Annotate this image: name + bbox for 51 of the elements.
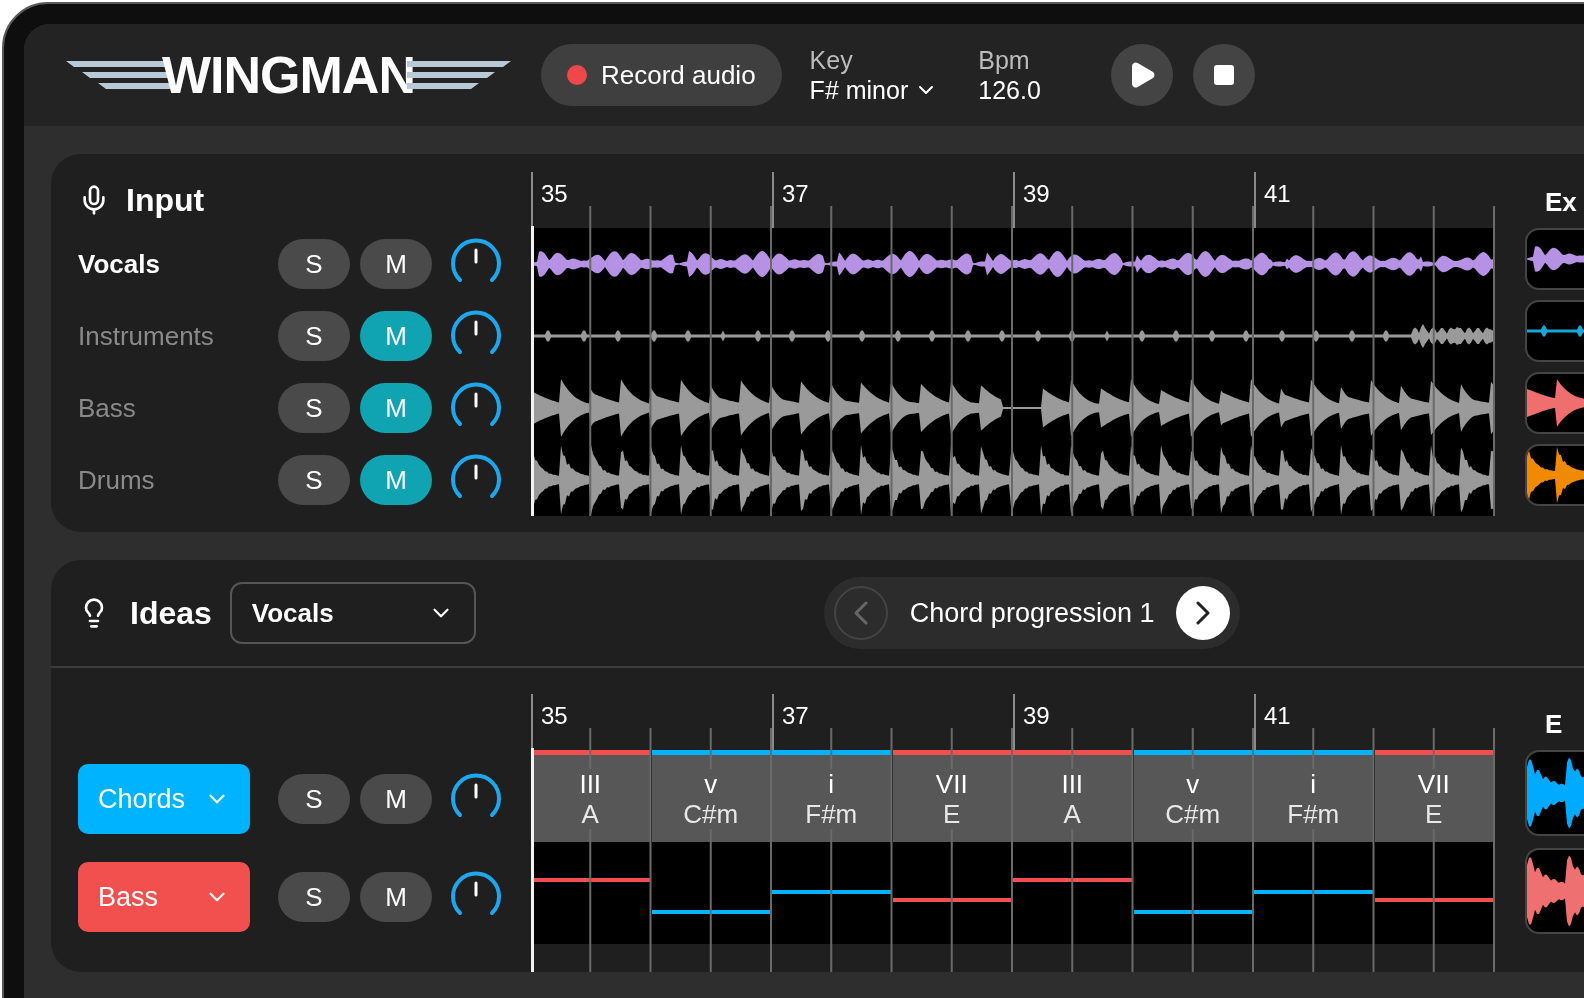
record-button[interactable]: Record audio bbox=[540, 44, 782, 106]
bar-number: 35 bbox=[541, 180, 568, 207]
chord-numeral: v bbox=[701, 768, 721, 799]
solo-button[interactable]: S bbox=[278, 311, 350, 361]
chord-block[interactable]: v C#m bbox=[651, 750, 770, 842]
panel-title: Input bbox=[126, 181, 205, 220]
bar-number: 37 bbox=[782, 180, 809, 207]
progression-name: Chord progression 1 bbox=[909, 596, 1155, 630]
mute-button[interactable]: M bbox=[360, 239, 432, 289]
chord-block[interactable]: i F#m bbox=[772, 750, 891, 842]
chevron-right-icon bbox=[1196, 601, 1211, 625]
bpm-label: Bpm bbox=[978, 45, 1031, 75]
chord-block[interactable]: v C#m bbox=[1133, 750, 1252, 842]
stop-icon bbox=[1211, 63, 1236, 87]
chord-block[interactable]: VII E bbox=[892, 750, 1011, 842]
previous-button[interactable] bbox=[833, 586, 888, 640]
track-name: Drums bbox=[78, 463, 156, 497]
chord-name: A bbox=[578, 798, 602, 829]
logo-text: WINGMAN bbox=[162, 49, 415, 101]
mute-button[interactable]: M bbox=[360, 872, 432, 922]
chord-block[interactable]: III A bbox=[1013, 750, 1132, 842]
chevron-left-icon bbox=[853, 601, 868, 625]
chord-name: A bbox=[1060, 798, 1084, 829]
bar-number: 37 bbox=[782, 702, 809, 729]
bar-number: 35 bbox=[541, 702, 568, 729]
examples-heading: E bbox=[1545, 708, 1563, 741]
bar-number: 41 bbox=[1264, 180, 1291, 207]
solo-button[interactable]: S bbox=[278, 872, 350, 922]
chord-block[interactable]: VII E bbox=[1374, 750, 1493, 842]
solo-button[interactable]: S bbox=[278, 383, 350, 433]
chord-block[interactable]: i F#m bbox=[1254, 750, 1373, 842]
next-button[interactable] bbox=[1176, 586, 1231, 640]
examples-heading: Ex bbox=[1545, 186, 1577, 219]
bpm-value: 126.0 bbox=[978, 75, 1041, 105]
track-dropdown[interactable]: Bass bbox=[78, 862, 250, 932]
panel-title: Ideas bbox=[130, 594, 212, 633]
bar-number: 39 bbox=[1023, 180, 1050, 207]
chord-block[interactable]: III A bbox=[531, 750, 650, 842]
bar-number: 41 bbox=[1264, 702, 1291, 729]
key-label: Key bbox=[809, 45, 854, 75]
source-dropdown[interactable]: Vocals bbox=[229, 582, 476, 644]
track-name: Vocals bbox=[78, 247, 161, 281]
solo-button[interactable]: S bbox=[278, 239, 350, 289]
track-name: Bass bbox=[78, 391, 137, 425]
track-name: Instruments bbox=[78, 319, 215, 353]
key-dropdown[interactable]: F# minor bbox=[809, 75, 939, 105]
mute-button[interactable]: M bbox=[360, 774, 432, 824]
solo-button[interactable]: S bbox=[278, 455, 350, 505]
solo-button[interactable]: S bbox=[278, 774, 350, 824]
bar-number: 39 bbox=[1023, 702, 1050, 729]
chord-numeral: v bbox=[1183, 768, 1203, 799]
